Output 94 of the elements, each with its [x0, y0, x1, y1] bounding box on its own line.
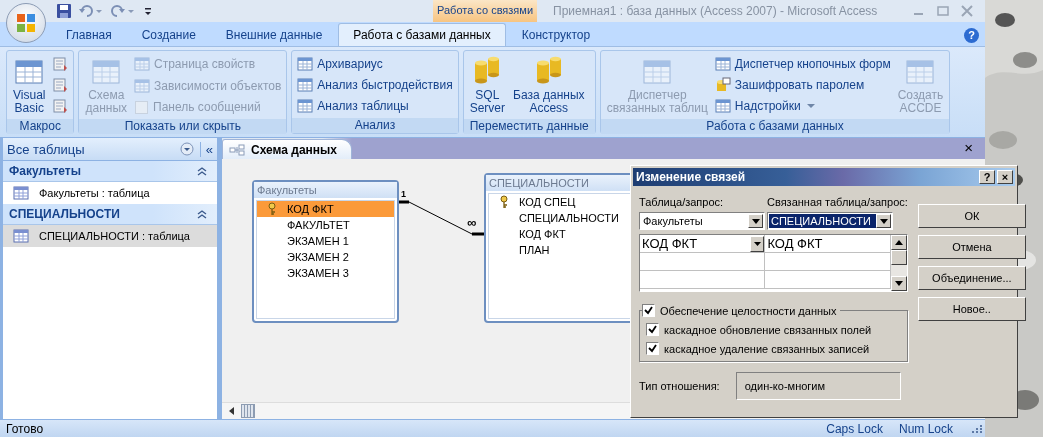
- undo-icon[interactable]: [78, 3, 104, 19]
- close-button[interactable]: ×: [964, 140, 973, 156]
- help-button[interactable]: ?: [964, 28, 979, 43]
- grid-cell[interactable]: [765, 271, 891, 289]
- ribbon-tab[interactable]: Конструктор: [507, 24, 605, 46]
- dialog-button[interactable]: Отмена: [917, 235, 1026, 259]
- ribbon-button[interactable]: Надстройки: [712, 97, 893, 116]
- table-combo[interactable]: Факультеты: [639, 212, 765, 230]
- ribbon-tab[interactable]: Внешние данные: [211, 24, 337, 46]
- dialog-button[interactable]: Объединение...: [917, 266, 1026, 290]
- window-title: Приемная1 : база данных (Access 2007) - Microsoft Access: [552, 4, 879, 18]
- relationship-type-field: один-ко-многим: [735, 372, 901, 400]
- ribbon-button[interactable]: Зашифровать паролем: [712, 76, 893, 94]
- caret-icon: [806, 104, 815, 109]
- checkbox[interactable]: [646, 323, 659, 336]
- table-icon: [13, 186, 29, 200]
- collapse-icon[interactable]: [197, 166, 207, 176]
- redo-icon[interactable]: [110, 3, 136, 19]
- office-logo-icon: [15, 12, 37, 34]
- ribbon-button[interactable]: Архивариус: [295, 54, 455, 73]
- field-label: Связанная таблица/запрос:: [767, 196, 908, 208]
- relationships-icon: [229, 143, 245, 156]
- cardinality-label: ∞: [467, 217, 477, 229]
- checkbox-label: Панель сообщений: [153, 100, 261, 114]
- title-button[interactable]: ×: [997, 170, 1013, 184]
- down-arrow-icon[interactable]: [894, 281, 903, 286]
- table-icon: [134, 78, 151, 94]
- document-icon: [52, 55, 69, 72]
- table-item[interactable]: СПЕЦИАЛЬНОСТИ : таблица: [3, 225, 217, 247]
- up-arrow-icon[interactable]: [894, 240, 903, 245]
- status-text: Готово: [6, 421, 45, 436]
- group-label: Показать или скрыть: [79, 119, 287, 134]
- collapse-button[interactable]: «: [199, 141, 213, 157]
- field-item[interactable]: ЭКЗАМЕН 3: [257, 265, 394, 281]
- ribbon-tab[interactable]: Работа с базами данных: [338, 23, 506, 46]
- group-label: Анализ: [292, 118, 458, 133]
- scroll-thumb[interactable]: [241, 404, 255, 418]
- ribbon-tab[interactable]: Создание: [127, 24, 210, 46]
- document-icon: [52, 98, 69, 115]
- checkbox[interactable]: [642, 304, 655, 317]
- table-box[interactable]: Факультеты КОД ФКТ ФАКУЛЬТЕТ ЭКЗАМЕН 1 ЭКЗАМЕН 2 ЭКЗАМЕН 3: [252, 180, 399, 323]
- ribbon-button[interactable]: Visual Basic: [10, 53, 49, 117]
- field-item[interactable]: ЭКЗАМЕН 2: [257, 249, 394, 265]
- ribbon-button[interactable]: Анализ таблицы: [295, 96, 455, 115]
- checkbox[interactable]: [646, 342, 659, 355]
- document-icon: [52, 77, 69, 93]
- dropdown-icon[interactable]: [751, 218, 760, 224]
- ribbon-button[interactable]: База данных Access: [510, 53, 588, 117]
- grid-cell[interactable]: [765, 253, 891, 271]
- ribbon-button[interactable]: Анализ быстродействия: [295, 75, 455, 94]
- dropdown-icon[interactable]: [753, 241, 761, 246]
- table-icon: [297, 55, 314, 72]
- dialog-button[interactable]: ОК: [917, 204, 1026, 228]
- view-icon[interactable]: [969, 422, 985, 435]
- table-icon: [297, 76, 314, 93]
- grid-cell[interactable]: [640, 253, 766, 271]
- table-icon: [714, 98, 731, 115]
- grid-cell[interactable]: КОД ФКТ: [765, 235, 891, 253]
- dropdown-icon[interactable]: [879, 218, 888, 224]
- save-icon[interactable]: [56, 3, 72, 19]
- field-item[interactable]: КОД ФКТ: [257, 201, 394, 217]
- ribbon-button[interactable]: Диспетчер кнопочных форм: [712, 54, 893, 73]
- table-title: Факультеты: [254, 182, 397, 198]
- collapse-icon[interactable]: [197, 209, 207, 219]
- database-icon: [714, 77, 731, 93]
- table-icon: [13, 229, 29, 243]
- dialog-button[interactable]: Новое..: [917, 297, 1026, 321]
- group-label: Работа с базами данных: [600, 119, 950, 134]
- contextual-tab-label: Работа со связями: [433, 0, 538, 22]
- field-label: Тип отношения:: [639, 380, 720, 392]
- grid-cell[interactable]: [640, 271, 766, 289]
- field-item[interactable]: ФАКУЛЬТЕТ: [257, 217, 394, 233]
- pane-title[interactable]: Все таблицы: [7, 141, 174, 157]
- status-indicator: Num Lock: [898, 421, 953, 436]
- document-tab[interactable]: Схема данных: [222, 139, 352, 159]
- title-button[interactable]: ?: [979, 170, 995, 184]
- table-icon: [134, 56, 151, 72]
- left-arrow-icon[interactable]: [227, 406, 237, 416]
- table-item[interactable]: Факультеты : таблица: [3, 182, 217, 204]
- ribbon-button[interactable]: SQL Server: [466, 53, 509, 117]
- checkbox-label: каскадное обновление связанных полей: [664, 323, 872, 336]
- ribbon-tab[interactable]: Главная: [52, 24, 126, 46]
- group-label: Переместить данные: [463, 119, 595, 134]
- table-icon: [297, 97, 314, 114]
- grid-cell[interactable]: КОД ФКТ: [640, 235, 766, 253]
- status-indicator: Caps Lock: [826, 421, 883, 436]
- office-button[interactable]: [6, 3, 46, 43]
- dropdown-icon[interactable]: [179, 142, 194, 156]
- checkbox-label: каскадное удаление связанных записей: [664, 342, 870, 355]
- cardinality-label: 1: [401, 189, 406, 199]
- related-table-combo[interactable]: СПЕЦИАЛЬНОСТИ: [767, 212, 893, 230]
- field-item[interactable]: ЭКЗАМЕН 1: [257, 233, 394, 249]
- group-label: Макрос: [7, 119, 74, 134]
- table-icon: [714, 55, 731, 72]
